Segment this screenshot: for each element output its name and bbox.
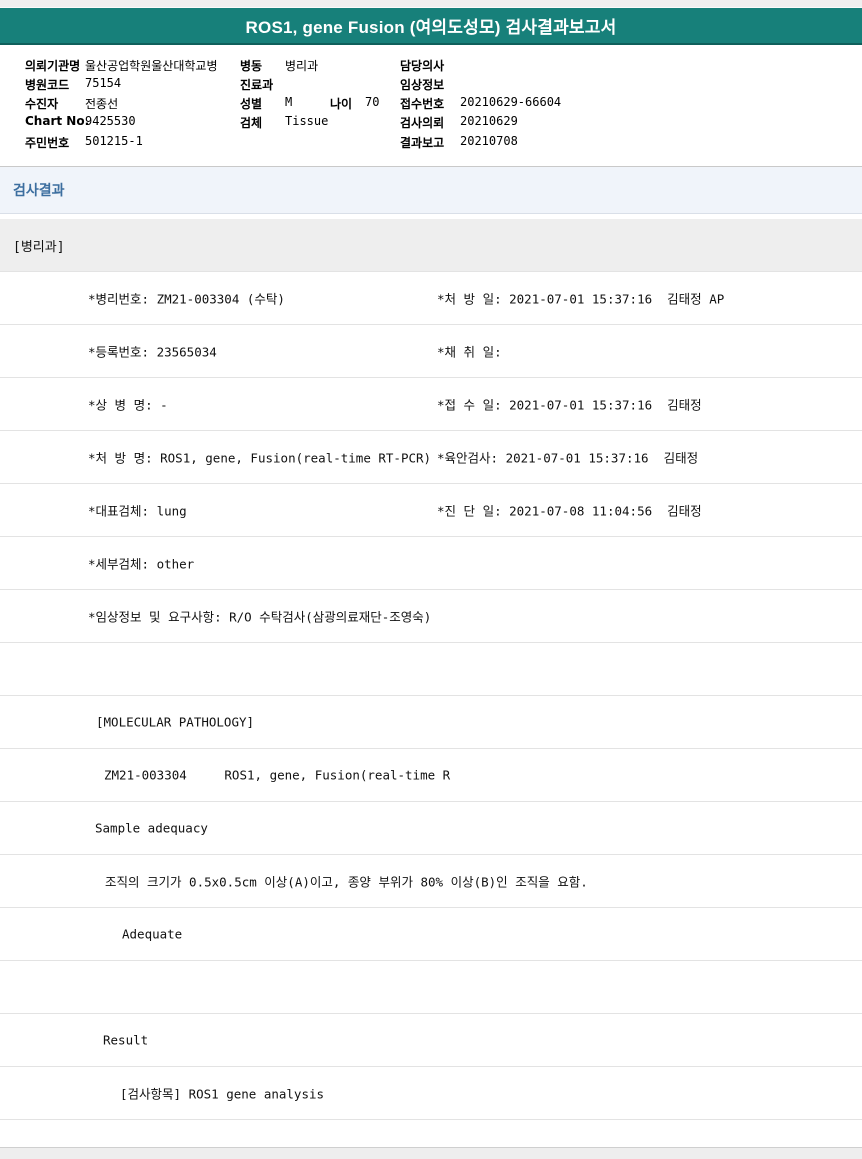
- ward-label: 병동: [240, 57, 262, 74]
- request-date-label: 검사의뢰: [400, 114, 444, 131]
- table-row-empty: [0, 643, 862, 696]
- table-row: Adequate: [0, 908, 862, 961]
- table-row-empty: [0, 961, 862, 1014]
- order-date: *처 방 일: 2021-07-01 15:37:16 김태정 AP: [437, 289, 724, 308]
- report-date-label: 결과보고: [400, 134, 444, 151]
- bottom-spacer: [0, 1120, 862, 1147]
- table-row: *세부검체: other: [0, 537, 862, 590]
- page-top-strip: [0, 0, 862, 8]
- table-row: ZM21-003304 ROS1, gene, Fusion(real-time…: [0, 749, 862, 802]
- age-value: 70: [365, 95, 379, 109]
- sex-value: M: [285, 95, 292, 109]
- org-label: 의뢰기관명: [25, 57, 80, 74]
- org-value: 울산공업학원울산대학교병: [85, 57, 217, 74]
- clinic-dept-label: 진료과: [240, 76, 273, 93]
- chart-no-value: 9425530: [85, 114, 136, 128]
- main-specimen: *대표검체: lung: [88, 501, 187, 520]
- results-section-title: 검사결과: [0, 180, 65, 200]
- test-item-line: [검사항목] ROS1 gene analysis: [120, 1084, 324, 1103]
- chart-no-label: Chart No.: [25, 114, 89, 128]
- gross-exam-date: *육안검사: 2021-07-01 15:37:16 김태정: [437, 448, 698, 467]
- report-date-value: 20210708: [460, 134, 518, 148]
- clinical-info-label: 임상정보: [400, 76, 444, 93]
- page-bottom-strip: [0, 1147, 862, 1159]
- resident-no-value: 501215-1: [85, 134, 143, 148]
- receipt-date: *접 수 일: 2021-07-01 15:37:16 김태정: [437, 395, 702, 414]
- receipt-no-label: 접수번호: [400, 95, 444, 112]
- sample-adequacy-heading: Sample adequacy: [95, 821, 208, 836]
- result-heading: Result: [103, 1033, 148, 1048]
- request-date-value: 20210629: [460, 114, 518, 128]
- table-row: *임상정보 및 요구사항: R/O 수탁검사(삼광의료재단-조영숙): [0, 590, 862, 643]
- receipt-no-value: 20210629-66604: [460, 95, 561, 109]
- pathology-no: *병리번호: ZM21-003304 (수탁): [88, 289, 285, 308]
- resident-no-label: 주민번호: [25, 134, 69, 151]
- hospital-code-value: 75154: [85, 76, 121, 90]
- specimen-label: 검체: [240, 114, 262, 131]
- order-name: *처 방 명: ROS1, gene, Fusion(real-time RT-…: [88, 448, 431, 467]
- hospital-code-label: 병원코드: [25, 76, 69, 93]
- table-row: *등록번호: 23565034 *채 취 일:: [0, 325, 862, 378]
- case-test-line: ZM21-003304 ROS1, gene, Fusion(real-time…: [104, 768, 450, 783]
- clinical-request-info: *임상정보 및 요구사항: R/O 수탁검사(삼광의료재단-조영숙): [88, 607, 431, 626]
- sub-specimen: *세부검체: other: [88, 554, 194, 573]
- table-row: [MOLECULAR PATHOLOGY]: [0, 696, 862, 749]
- sex-label: 성별: [240, 95, 262, 112]
- ward-value: 병리과: [285, 57, 318, 74]
- specimen-value: Tissue: [285, 114, 328, 128]
- department-name: [병리과]: [13, 236, 65, 255]
- table-row: *대표검체: lung *진 단 일: 2021-07-08 11:04:56 …: [0, 484, 862, 537]
- table-row: *상 병 명: - *접 수 일: 2021-07-01 15:37:16 김태…: [0, 378, 862, 431]
- page-title: ROS1, gene Fusion (여의도성모) 검사결과보고서: [246, 13, 617, 38]
- results-section-header: 검사결과: [0, 166, 862, 214]
- age-label: 나이: [330, 95, 352, 112]
- molecular-pathology-heading: [MOLECULAR PATHOLOGY]: [96, 715, 254, 730]
- patient-info-panel: 의뢰기관명 울산공업학원울산대학교병 병동 병리과 담당의사 병원코드 7515…: [0, 45, 862, 166]
- table-row: *병리번호: ZM21-003304 (수탁) *처 방 일: 2021-07-…: [0, 272, 862, 325]
- collection-date: *채 취 일:: [437, 342, 502, 361]
- diagnosis-name: *상 병 명: -: [88, 395, 168, 414]
- adequacy-result: Adequate: [122, 927, 182, 942]
- patient-name-label: 수진자: [25, 95, 58, 112]
- registration-no: *등록번호: 23565034: [88, 342, 217, 361]
- table-row: Result: [0, 1014, 862, 1067]
- diagnosis-date: *진 단 일: 2021-07-08 11:04:56 김태정: [437, 501, 702, 520]
- doctor-label: 담당의사: [400, 57, 444, 74]
- report-title-banner: ROS1, gene Fusion (여의도성모) 검사결과보고서: [0, 8, 862, 45]
- patient-name-value: 전종선: [85, 95, 118, 112]
- table-row: *처 방 명: ROS1, gene, Fusion(real-time RT-…: [0, 431, 862, 484]
- table-row: [검사항목] ROS1 gene analysis: [0, 1067, 862, 1120]
- table-row: Sample adequacy: [0, 802, 862, 855]
- tissue-requirement-text: 조직의 크기가 0.5x0.5cm 이상(A)이고, 종양 부위가 80% 이상…: [105, 872, 588, 891]
- department-row: [병리과]: [0, 219, 862, 272]
- table-row: 조직의 크기가 0.5x0.5cm 이상(A)이고, 종양 부위가 80% 이상…: [0, 855, 862, 908]
- report-page: ROS1, gene Fusion (여의도성모) 검사결과보고서 의뢰기관명 …: [0, 0, 862, 1159]
